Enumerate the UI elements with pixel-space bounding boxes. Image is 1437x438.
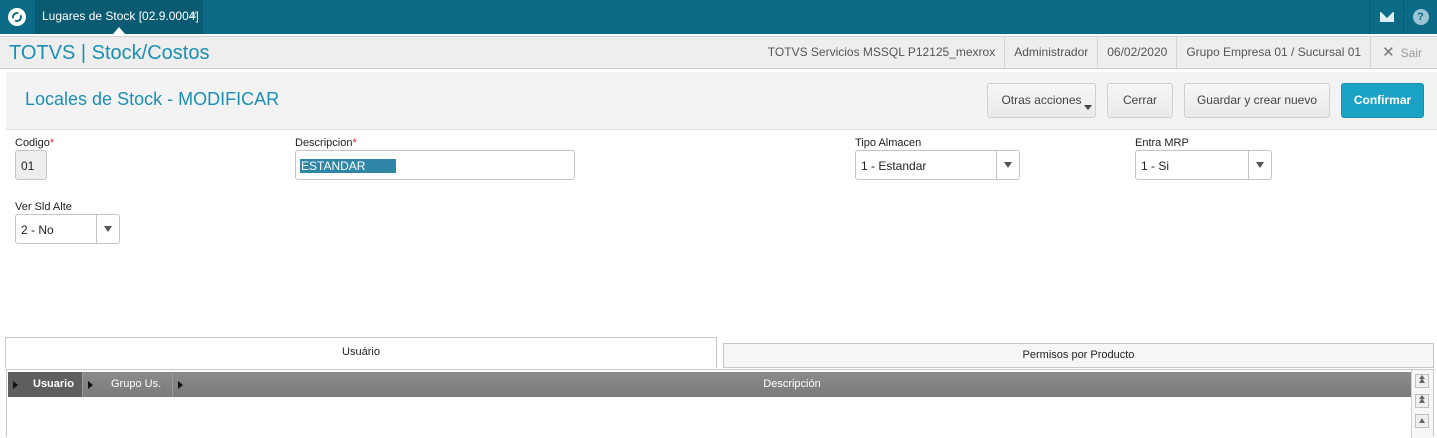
chevron-down-icon[interactable]: [96, 215, 119, 243]
ver-sld-alte-label: Ver Sld Alte: [15, 201, 72, 213]
form-header: Locales de Stock - MODIFICAR Otras accio…: [6, 72, 1437, 130]
column-header-usuario[interactable]: Usuario: [8, 372, 83, 397]
descripcion-label: Descripcion*: [295, 137, 357, 149]
ver-sld-alte-select[interactable]: 2 - No: [15, 214, 120, 244]
column-label: Descripción: [763, 378, 821, 390]
column-label: Grupo Us.: [111, 378, 162, 390]
cerrar-button[interactable]: Cerrar: [1107, 83, 1173, 118]
codigo-value: 01: [21, 159, 35, 173]
column-header-grupo-us[interactable]: Grupo Us.: [83, 372, 173, 397]
grid-scrollbar[interactable]: [1411, 370, 1433, 438]
mail-icon: [1379, 12, 1394, 22]
entra-mrp-select[interactable]: 1 - Si: [1135, 150, 1272, 180]
otras-acciones-label: Otras acciones: [1001, 93, 1082, 107]
descripcion-value: ESTANDAR: [300, 159, 396, 173]
close-icon: ✕: [1382, 43, 1395, 61]
codigo-label-text: Codigo: [15, 137, 50, 149]
required-mark: *: [49, 137, 55, 149]
guardar-y-crear-nuevo-button[interactable]: Guardar y crear nuevo: [1184, 83, 1330, 118]
scroll-top-icon[interactable]: [1415, 374, 1429, 388]
tab-permisos-por-producto[interactable]: Permisos por Producto: [723, 343, 1434, 368]
codigo-label: Codigo*: [15, 137, 54, 149]
top-icons: ?: [1369, 0, 1437, 34]
active-tab-caret-icon: [113, 27, 125, 34]
usuario-grid: Usuario Grupo Us. Descripción: [6, 369, 1434, 438]
app-header: TOTVS | Stock/Costos TOTVS Servicios MSS…: [0, 36, 1437, 69]
caret-right-icon: [13, 381, 18, 389]
ver-sld-alte-value: 2 - No: [21, 223, 54, 237]
column-header-descripcion[interactable]: Descripción: [173, 372, 1411, 397]
environment-label: TOTVS Servicios MSSQL P12125_mexrox: [767, 45, 996, 59]
mail-button[interactable]: [1369, 0, 1403, 34]
entra-mrp-label: Entra MRP: [1135, 137, 1189, 149]
tipo-almacen-select[interactable]: 1 - Estandar: [855, 150, 1020, 180]
descripcion-label-text: Descripcion: [295, 137, 353, 149]
required-mark: *: [352, 137, 357, 149]
logout-button[interactable]: ✕ Sair: [1370, 36, 1437, 69]
date-label: 06/02/2020: [1097, 37, 1176, 68]
grid-header: Usuario Grupo Us. Descripción: [8, 372, 1411, 397]
tipo-almacen-value: 1 - Estandar: [861, 159, 927, 173]
confirmar-button[interactable]: Confirmar: [1341, 83, 1424, 118]
chevron-down-icon[interactable]: [1248, 151, 1271, 179]
chevron-down-icon: [1084, 105, 1092, 110]
scroll-up-icon[interactable]: [1415, 414, 1429, 428]
column-label: Usuario: [33, 378, 74, 390]
tab-usuario[interactable]: Usuário: [5, 337, 717, 368]
tab-label: Lugares de Stock [02.9.0004]: [42, 9, 199, 23]
chevron-down-icon[interactable]: [996, 151, 1019, 179]
help-icon: ?: [1412, 9, 1429, 25]
session-info: TOTVS Servicios MSSQL P12125_mexrox Admi…: [759, 36, 1437, 69]
entra-mrp-value: 1 - Si: [1141, 159, 1170, 173]
user-label: Administrador: [1004, 37, 1097, 68]
top-bar: Lugares de Stock [02.9.0004] × ?: [0, 0, 1437, 34]
otras-acciones-button[interactable]: Otras acciones: [987, 83, 1096, 118]
app-title: TOTVS | Stock/Costos: [9, 42, 210, 64]
company-label[interactable]: Grupo Empresa 01 / Sucursal 01: [1176, 37, 1370, 68]
caret-right-icon: [88, 381, 93, 389]
page-title: Locales de Stock - MODIFICAR: [25, 89, 280, 109]
help-button[interactable]: ?: [1403, 0, 1437, 34]
codigo-field[interactable]: 01: [15, 150, 47, 180]
caret-right-icon: [178, 381, 183, 389]
tipo-almacen-label: Tipo Almacen: [855, 137, 922, 149]
tab-close-icon[interactable]: ×: [190, 8, 197, 22]
page-up-icon[interactable]: [1415, 394, 1429, 408]
descripcion-input[interactable]: ESTANDAR: [295, 150, 575, 180]
totvs-logo-icon[interactable]: [8, 8, 26, 26]
logout-label: Sair: [1400, 45, 1422, 60]
